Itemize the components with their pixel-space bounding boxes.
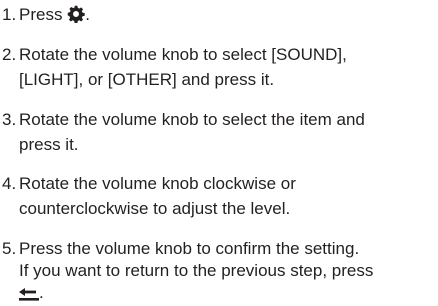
note-text-line: If you want to return to the previous st… <box>19 261 374 280</box>
step-text-line: [LIGHT], or [OTHER] and press it. <box>19 70 275 89</box>
step-2: 2. Rotate the volume knob to select [SOU… <box>0 44 438 90</box>
step-text-line: press it. <box>19 135 79 154</box>
step-text-line: Press the volume knob to confirm the set… <box>19 239 360 258</box>
step-text: Press the volume knob to confirm the set… <box>19 238 434 259</box>
gear-icon <box>67 5 85 28</box>
step-5: 5. Press the volume knob to confirm the … <box>0 238 438 260</box>
step-number: 5. <box>2 239 17 258</box>
step-text-part: Press <box>19 5 63 24</box>
step-text: Rotate the volume knob to select [SOUND]… <box>19 44 434 90</box>
step-text-line: Rotate the volume knob clockwise or <box>19 174 296 193</box>
step-1: 1. Press . <box>0 4 438 28</box>
step-text-part: . <box>85 5 90 24</box>
step-number: 1. <box>2 5 17 24</box>
step-text: Press . <box>19 4 434 28</box>
step-text-line: counterclockwise to adjust the level. <box>19 199 291 218</box>
step-text-line: Rotate the volume knob to select [SOUND]… <box>19 45 347 64</box>
return-note: If you want to return to the previous st… <box>19 260 434 306</box>
step-text: Rotate the volume knob to select the ite… <box>19 109 434 155</box>
step-4: 4. Rotate the volume knob clockwise or c… <box>0 173 438 219</box>
step-text-line: Rotate the volume knob to select the ite… <box>19 110 365 129</box>
step-3: 3. Rotate the volume knob to select the … <box>0 109 438 155</box>
note-text-part: . <box>39 283 44 302</box>
note-icon-line: . <box>19 282 434 306</box>
step-number: 4. <box>2 174 17 193</box>
step-number: 2. <box>2 45 17 64</box>
step-number: 3. <box>2 110 17 129</box>
back-arrow-icon <box>19 285 39 306</box>
step-text: Rotate the volume knob clockwise or coun… <box>19 173 434 219</box>
